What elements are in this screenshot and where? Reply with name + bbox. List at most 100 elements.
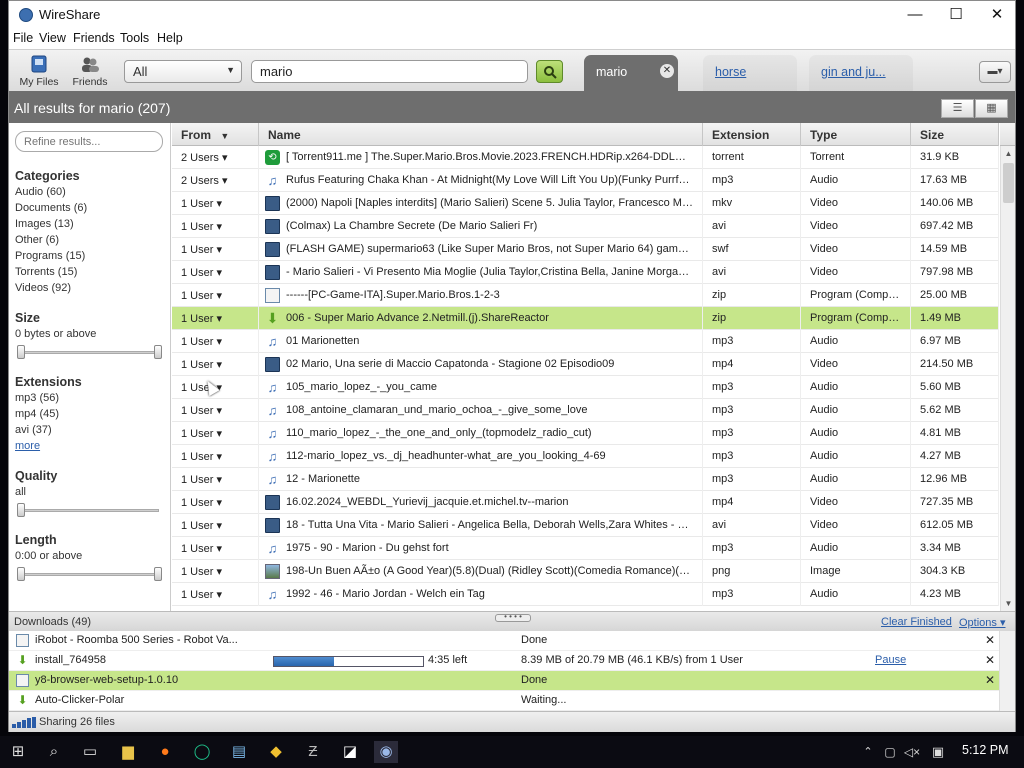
start-windows-icon[interactable]: ⊞: [6, 741, 30, 763]
volume-muted-icon[interactable]: ◁×: [900, 741, 924, 763]
list-view-button[interactable]: ☰: [941, 99, 974, 118]
taskbar-clock[interactable]: 5:12 PM: [962, 743, 1009, 757]
download-row[interactable]: ⬇ install_764958 4:35 left 8.39 MB of 20…: [9, 651, 999, 671]
extension-mp3[interactable]: mp3 (56): [15, 392, 59, 404]
cell-from[interactable]: 2 Users ▾: [172, 146, 259, 169]
category-programs[interactable]: Programs (15): [15, 250, 85, 262]
connection-button[interactable]: ▬▾: [979, 61, 1011, 83]
cell-from[interactable]: 1 User ▾: [172, 468, 259, 491]
cell-from[interactable]: 2 Users ▾: [172, 169, 259, 192]
menu-view[interactable]: View: [39, 31, 66, 45]
column-type[interactable]: Type: [801, 123, 911, 146]
downloads-options-link[interactable]: Options ▾: [959, 616, 1006, 629]
quality-slider[interactable]: [17, 503, 162, 517]
cell-from[interactable]: 1 User ▾: [172, 330, 259, 353]
category-audio[interactable]: Audio (60): [15, 186, 66, 198]
remove-download-icon[interactable]: ✕: [985, 633, 995, 647]
network-icon[interactable]: ▢: [878, 741, 902, 763]
search-input[interactable]: [251, 60, 528, 83]
friends-button[interactable]: Friends: [65, 52, 115, 92]
cell-from[interactable]: 1 User ▾: [172, 422, 259, 445]
table-row[interactable]: 1 User ▾ 18 - Tutta Una Vita - Mario Sali…: [172, 514, 999, 537]
extension-avi[interactable]: avi (37): [15, 424, 52, 436]
category-images[interactable]: Images (13): [15, 218, 74, 230]
minimize-button[interactable]: —: [895, 1, 935, 29]
category-documents[interactable]: Documents (6): [15, 202, 87, 214]
table-row[interactable]: 2 Users ▾ Rufus Featuring Chaka Khan - At…: [172, 169, 999, 192]
table-row[interactable]: 1 User ▾ 16.02.2024_WEBDL_Yurievij_jacqui…: [172, 491, 999, 514]
sharing-status[interactable]: Sharing 26 files: [39, 716, 115, 728]
cell-from[interactable]: 1 User ▾: [172, 491, 259, 514]
search-button[interactable]: [536, 60, 563, 83]
table-row[interactable]: 1 User ▾ 1992 - 46 - Mario Jordan - Welch…: [172, 583, 999, 606]
size-slider[interactable]: [17, 345, 162, 359]
cell-from[interactable]: 1 User ▾: [172, 284, 259, 307]
slider-min-handle[interactable]: [17, 567, 25, 581]
length-slider[interactable]: [17, 567, 162, 581]
remove-download-icon[interactable]: ✕: [985, 673, 995, 687]
pause-download-link[interactable]: Pause: [875, 654, 906, 666]
task-view-icon[interactable]: ▭: [78, 741, 102, 763]
cell-from[interactable]: 1 User ▾: [172, 399, 259, 422]
grid-view-button[interactable]: ▦: [975, 99, 1008, 118]
download-row[interactable]: iRobot - Roomba 500 Series - Robot Va...…: [9, 631, 999, 651]
slider-min-handle[interactable]: [17, 345, 25, 359]
scroll-down-icon[interactable]: ▼: [1001, 596, 1016, 611]
category-other[interactable]: Other (6): [15, 234, 59, 246]
menu-file[interactable]: File: [13, 31, 33, 45]
cell-from[interactable]: 1 User ▾: [172, 445, 259, 468]
splitter-handle[interactable]: • • • •: [495, 613, 531, 622]
notepad-icon[interactable]: ▤: [227, 741, 251, 763]
tab-gin-and-ju[interactable]: gin and ju...: [809, 55, 913, 92]
scroll-up-icon[interactable]: ▲: [1001, 146, 1016, 161]
notification-icon[interactable]: ▣: [926, 741, 950, 763]
table-row[interactable]: 1 User ▾ (2000) Napoli [Naples interdits]…: [172, 192, 999, 215]
tab-mario[interactable]: mario ✕: [584, 55, 678, 92]
tray-chevron-up-icon[interactable]: ⌃: [856, 741, 880, 763]
menu-help[interactable]: Help: [157, 31, 183, 45]
cell-from[interactable]: 1 User ▾: [172, 537, 259, 560]
refine-results-input[interactable]: [15, 131, 163, 152]
scrollbar-thumb[interactable]: [1003, 163, 1014, 203]
cell-from[interactable]: 1 User ▾: [172, 261, 259, 284]
column-from[interactable]: From ▼: [172, 123, 259, 146]
extensions-more-link[interactable]: more: [15, 440, 40, 452]
cell-from[interactable]: 1 User ▾: [172, 215, 259, 238]
maximize-button[interactable]: ☐: [936, 1, 976, 29]
table-row[interactable]: 1 User ▾ (FLASH GAME) supermario63 (Like …: [172, 238, 999, 261]
close-tab-icon[interactable]: ✕: [660, 64, 674, 78]
table-row[interactable]: 1 User ▾ 01 Marionetten ♫ mp3 Audio 6.97 MB: [172, 330, 999, 353]
cell-from[interactable]: 1 User ▾: [172, 238, 259, 261]
column-size[interactable]: Size: [911, 123, 999, 146]
clear-finished-link[interactable]: Clear Finished: [881, 616, 952, 628]
extension-mp4[interactable]: mp4 (45): [15, 408, 59, 420]
cell-from[interactable]: 1 User ▾: [172, 560, 259, 583]
table-row[interactable]: 1 User ▾ - Mario Salieri - Vi Presento Mi…: [172, 261, 999, 284]
cell-from[interactable]: 1 User ▾: [172, 583, 259, 606]
slider-max-handle[interactable]: [154, 345, 162, 359]
column-name[interactable]: Name: [259, 123, 703, 146]
table-row[interactable]: 1 User ▾ (Colmax) La Chambre Secrete (De …: [172, 215, 999, 238]
my-files-button[interactable]: My Files: [14, 52, 64, 92]
cell-from[interactable]: 1 User ▾: [172, 353, 259, 376]
firefox-icon[interactable]: ●: [153, 741, 177, 763]
table-row[interactable]: 1 User ▾ 02 Mario, Una serie di Maccio Ca…: [172, 353, 999, 376]
category-torrents[interactable]: Torrents (15): [15, 266, 77, 278]
download-row[interactable]: ⬇ Auto-Clicker-Polar Waiting...: [9, 691, 999, 711]
zen-icon[interactable]: Ƶ: [301, 741, 325, 763]
table-row[interactable]: 1 User ▾ ------[PC-Game-ITA].Super.Mario.…: [172, 284, 999, 307]
search-category-select[interactable]: All ▼: [124, 60, 242, 83]
close-window-button[interactable]: ✕: [977, 1, 1017, 29]
file-explorer-icon[interactable]: ▆: [116, 741, 140, 763]
table-row[interactable]: 1 User ▾ 006 - Super Mario Advance 2.Netm…: [172, 307, 999, 330]
table-row[interactable]: 1 User ▾ 105_mario_lopez_-_you_came ♫ mp3 Au…: [172, 376, 999, 399]
cell-from[interactable]: 1 User ▾: [172, 514, 259, 537]
cell-from[interactable]: 1 User ▾: [172, 307, 259, 330]
roblox-icon[interactable]: ◪: [338, 741, 362, 763]
download-row[interactable]: y8-browser-web-setup-1.0.10 Done ✕: [9, 671, 999, 691]
downloads-scrollbar[interactable]: [999, 631, 1015, 711]
table-row[interactable]: 1 User ▾ 110_mario_lopez_-_the_one_and_on…: [172, 422, 999, 445]
remove-download-icon[interactable]: ✕: [985, 653, 995, 667]
slider-handle[interactable]: [17, 503, 25, 517]
menu-friends[interactable]: Friends: [73, 31, 115, 45]
